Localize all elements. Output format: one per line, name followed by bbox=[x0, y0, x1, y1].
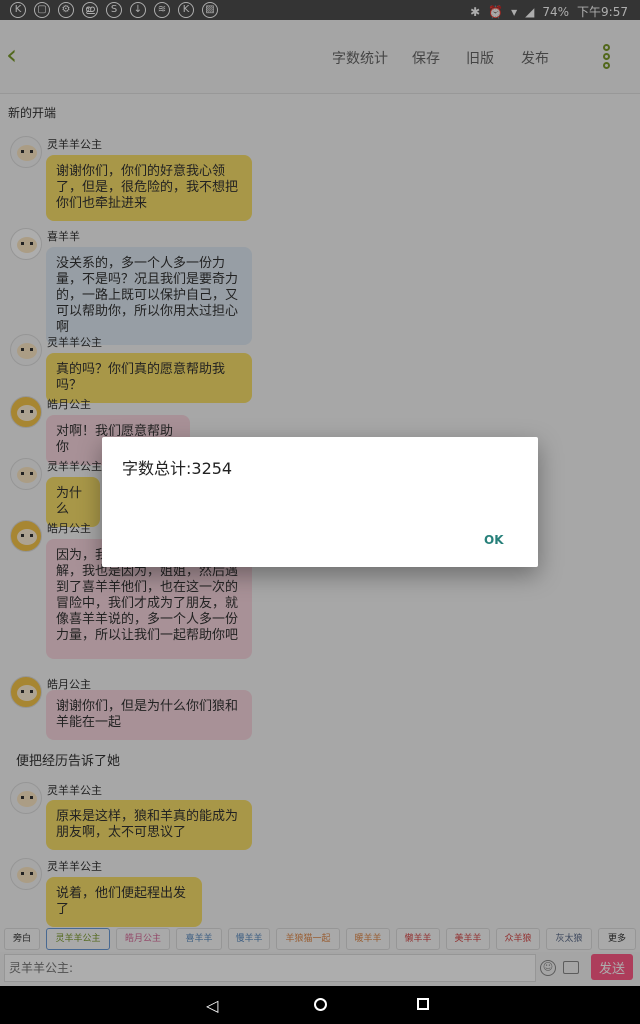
word-count-dialog: 字数总计:3254 OK bbox=[102, 437, 538, 567]
dialog-message: 字数总计:3254 bbox=[122, 459, 233, 478]
ok-button[interactable]: OK bbox=[484, 533, 504, 547]
nav-home-icon[interactable] bbox=[314, 998, 327, 1011]
system-nav-bar: ◁ bbox=[0, 986, 640, 1024]
nav-back-icon[interactable]: ◁ bbox=[206, 996, 218, 1015]
nav-recent-icon[interactable] bbox=[417, 998, 429, 1010]
